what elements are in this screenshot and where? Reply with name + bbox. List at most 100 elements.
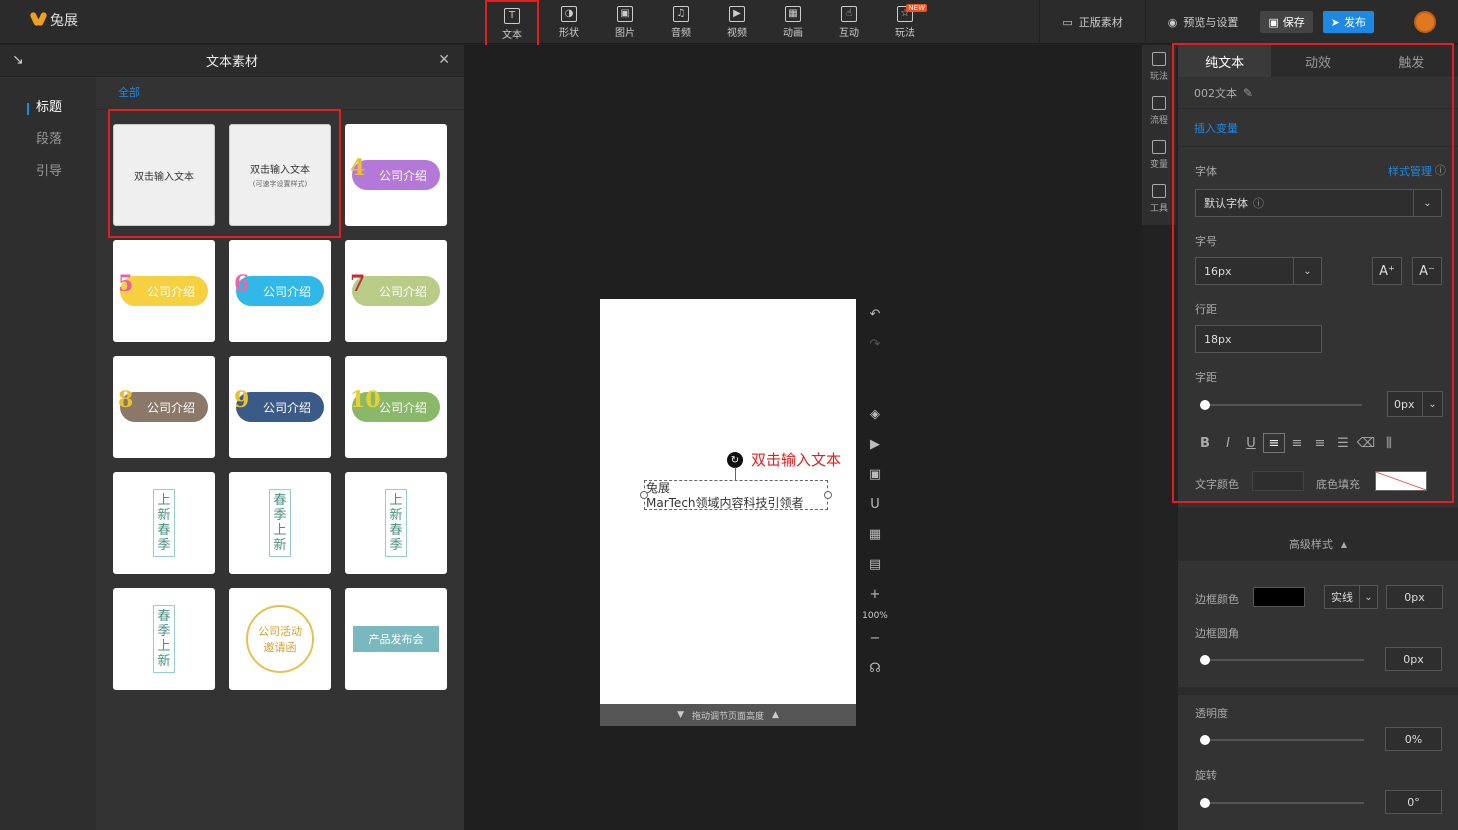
slider-knob[interactable] (1200, 798, 1210, 808)
magnet-icon[interactable]: U (858, 489, 892, 519)
material-tile[interactable]: 9 公司介绍 (229, 356, 331, 458)
insert-toolbar: T 文本 ◑ 形状 ▣ 图片 ♫ 音频 ▶ 视频 ▦ 动画 ☝ 互动 ☆ 玩法 NEW (485, 0, 933, 48)
tool-4[interactable]: ▶ 视频 (709, 0, 765, 44)
material-tile[interactable]: 7 公司介绍 (345, 240, 447, 342)
send-icon: ➤ (1330, 15, 1340, 29)
tile-pill: 10 公司介绍 (350, 387, 440, 422)
double-click-callout: 双击输入文本 (751, 451, 842, 469)
border-color-swatch[interactable] (1253, 587, 1305, 607)
page-height-handle[interactable]: ▼ 拖动调节页面高度 ▲ (600, 704, 856, 726)
category-item[interactable]: 引导 (0, 156, 96, 188)
material-tile[interactable]: 上新春季 (113, 472, 215, 574)
selected-text-element[interactable]: 兔展 MarTech领域内容科技引领者 (640, 480, 832, 510)
rotate-handle-icon[interactable]: ↻ (727, 452, 743, 468)
text-line-1: 兔展 (646, 481, 671, 495)
tool-6[interactable]: ☝ 互动 (821, 0, 877, 44)
filter-all[interactable]: 全部 (97, 78, 464, 110)
canvas-area: ↻ 兔展 MarTech领域内容科技引领者 ▼ 拖动调节页面高度 ▲ ↶ ↷ ◈… (464, 45, 1142, 830)
material-tile[interactable]: 6 公司介绍 (229, 240, 331, 342)
border-width-input[interactable]: 0px (1386, 585, 1443, 609)
collapse-arrow-icon[interactable]: ↘ (12, 52, 24, 68)
opacity-label: 透明度 (1195, 707, 1228, 720)
opacity-input[interactable]: 0% (1385, 727, 1442, 751)
logo-text: 兔展 (50, 13, 78, 29)
redo-icon[interactable]: ↷ (858, 329, 892, 359)
caret-up-icon: ▲ (1340, 539, 1348, 549)
tool-icon: ◑ (561, 5, 577, 22)
material-tile[interactable]: 春季上新 (113, 588, 215, 690)
tool-3[interactable]: ♫ 音频 (653, 0, 709, 44)
side-tab[interactable]: 玩法 (1142, 45, 1176, 89)
page-canvas[interactable]: ↻ 兔展 MarTech领域内容科技引领者 (600, 299, 856, 704)
save-button[interactable]: ▣ 保存 (1260, 11, 1313, 33)
border-color-label: 边框颜色 (1195, 593, 1239, 606)
tool-7[interactable]: ☆ 玩法 NEW (877, 0, 933, 44)
material-tile[interactable]: 10 公司介绍 (345, 356, 447, 458)
tool-2[interactable]: ▣ 图片 (597, 0, 653, 44)
undo-icon[interactable]: ↶ (858, 299, 892, 329)
eye-icon: ◉ (1167, 15, 1178, 29)
preview-settings-button[interactable]: ◉ 预览与设置 (1144, 0, 1261, 44)
avatar[interactable] (1414, 11, 1436, 33)
rotate-input[interactable]: 0° (1385, 790, 1442, 814)
tile-pill: 7 公司介绍 (350, 271, 440, 306)
resize-handle-right[interactable] (824, 491, 832, 499)
tool-label: 视频 (727, 27, 747, 39)
category-item[interactable]: 段落 (0, 124, 96, 156)
border-style-select[interactable]: 实线 ⌄ (1324, 585, 1378, 609)
zoom-in-icon[interactable]: + (858, 579, 892, 609)
tool-5[interactable]: ▦ 动画 (765, 0, 821, 44)
resize-handle-left[interactable] (640, 491, 648, 499)
tool-0[interactable]: T 文本 (485, 0, 539, 48)
chevron-down-icon: ⌄ (1359, 586, 1377, 608)
save-icon: ▣ (1268, 15, 1279, 29)
frame-icon[interactable]: ▣ (858, 459, 892, 489)
support-headset-icon[interactable]: ☊ (858, 653, 892, 683)
caret-down-icon: ▼ (677, 710, 684, 720)
side-tab[interactable]: 工具 (1142, 177, 1176, 221)
close-icon[interactable]: ✕ (438, 52, 450, 68)
rotate-line (735, 467, 736, 480)
layers-icon[interactable]: ◈ (858, 399, 892, 429)
material-tile[interactable]: 上新春季 (345, 472, 447, 574)
tool-label: 互动 (839, 27, 859, 39)
top-bar: 兔展 T 文本 ◑ 形状 ▣ 图片 ♫ 音频 ▶ 视频 ▦ 动画 ☝ 互动 ☆ 玩法 NEW ▭ 正版素材 ◉ 预览… (0, 0, 1458, 48)
ps-import-icon[interactable]: ▤ (858, 549, 892, 579)
licensed-material-button[interactable]: ▭ 正版素材 (1039, 0, 1144, 44)
grid-icon[interactable]: ▦ (858, 519, 892, 549)
tool-icon: ♫ (673, 5, 689, 22)
material-tile[interactable]: 公司活动邀请函 (229, 588, 331, 690)
side-tab[interactable]: 变量 (1142, 133, 1176, 177)
tool-label: 动画 (783, 27, 803, 39)
logo[interactable]: 兔展 (30, 10, 78, 30)
category-item[interactable]: 标题 (0, 92, 96, 124)
tile-pill: 9 公司介绍 (234, 387, 324, 422)
slider-knob[interactable] (1200, 735, 1210, 745)
rotate-slider[interactable] (1200, 798, 1364, 808)
tool-1[interactable]: ◑ 形状 (541, 0, 597, 44)
tool-icon: ▣ (617, 5, 633, 22)
slider-knob[interactable] (1200, 655, 1210, 665)
tool-label: 音频 (671, 27, 691, 39)
panel-title: 文本素材 (205, 55, 258, 70)
material-tile[interactable]: 8 公司介绍 (113, 356, 215, 458)
side-tab-icon (1152, 140, 1166, 154)
tile-vertical-text: 春季上新 (269, 489, 291, 557)
play-icon[interactable]: ▶ (858, 429, 892, 459)
tool-icon: T (504, 7, 520, 24)
side-tab[interactable]: 流程 (1142, 89, 1176, 133)
publish-button[interactable]: ➤ 发布 (1322, 11, 1374, 33)
radius-slider[interactable] (1200, 655, 1364, 665)
canvas-vertical-tools: ↶ ↷ ◈ ▶ ▣ U ▦ ▤ + 100% − ☊ (858, 299, 892, 683)
radius-input[interactable]: 0px (1385, 647, 1442, 671)
zoom-out-icon[interactable]: − (858, 623, 892, 653)
material-tile[interactable]: 春季上新 (229, 472, 331, 574)
material-tile[interactable]: 5 公司介绍 (113, 240, 215, 342)
tile-pill: 6 公司介绍 (234, 271, 324, 306)
opacity-slider[interactable] (1200, 735, 1364, 745)
material-tile[interactable]: 4 公司介绍 (345, 124, 447, 226)
material-tile[interactable]: 产品发布会 (345, 588, 447, 690)
advanced-style-toggle[interactable]: 高级样式 ▲ (1178, 527, 1458, 561)
tool-icon: ☝ (841, 5, 857, 22)
zoom-level: 100% (862, 611, 888, 621)
